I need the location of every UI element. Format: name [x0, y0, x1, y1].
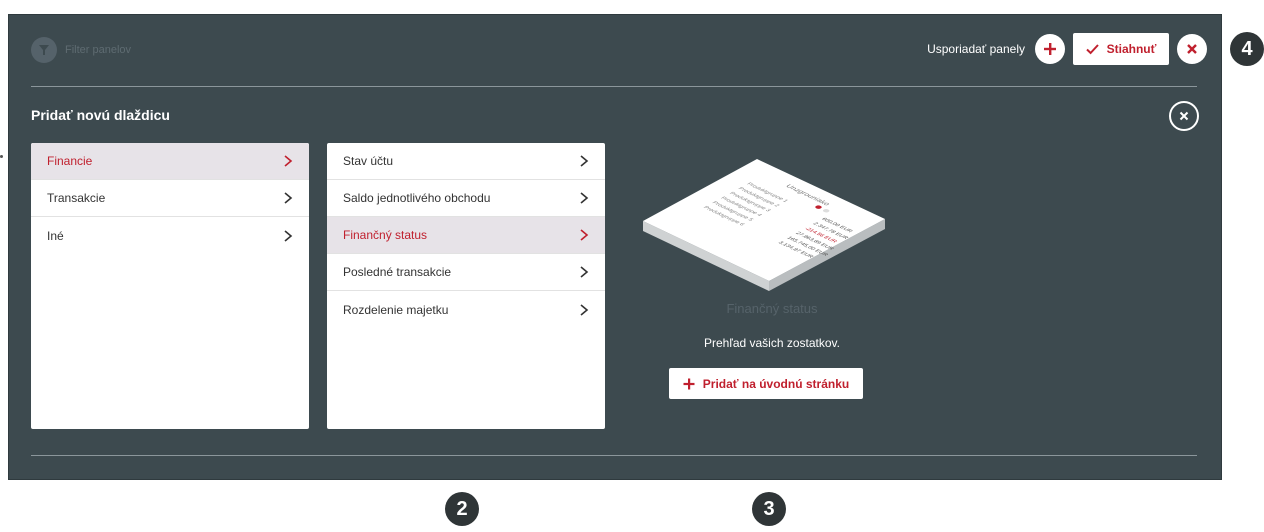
category-item-transakcie[interactable]: Transakcie	[31, 180, 309, 217]
tile-label: Posledné transakcie	[343, 265, 452, 279]
tile-item-posledne-transakcie[interactable]: Posledné transakcie	[327, 254, 605, 291]
filter-label: Filter panelov	[65, 44, 132, 56]
tile-label: Saldo jednotlivého obchodu	[343, 191, 491, 205]
category-list: Financie Transakcie Iné	[31, 143, 309, 429]
edge-marker	[0, 155, 3, 158]
add-to-homepage-label: Pridať na úvodnú stránku	[702, 376, 850, 391]
category-label: Iné	[47, 228, 64, 243]
category-label: Transakcie	[47, 191, 106, 205]
top-actions: Usporiadať panely Stiahnuť	[927, 33, 1207, 65]
dashboard-editor-panel: Filter panelov Usporiadať panely Stiahnu…	[8, 14, 1222, 480]
plus-icon	[683, 378, 695, 389]
tile-item-financny-status[interactable]: Finančný status	[327, 217, 605, 254]
add-to-homepage-button[interactable]: Pridať na úvodnú stránku	[669, 368, 863, 399]
filter-panels[interactable]: Filter panelov	[31, 37, 131, 63]
category-label: Financie	[47, 154, 93, 168]
footer-divider	[31, 455, 1197, 456]
close-add-tile-button[interactable]	[1169, 101, 1199, 131]
chevron-right-icon	[284, 229, 293, 242]
tile-item-stav-uctu[interactable]: Stav účtu	[327, 143, 605, 180]
download-button[interactable]: Stiahnuť	[1073, 33, 1169, 65]
chevron-right-icon	[580, 229, 589, 241]
chevron-right-icon	[580, 266, 589, 278]
add-panel-button[interactable]	[1035, 34, 1065, 64]
tile-label: Stav účtu	[343, 154, 394, 168]
tile-preview-image: Unzgrouniako Produktgruppe 1 600,00 EUR …	[643, 159, 885, 291]
preview-title: Finančný status	[726, 301, 818, 316]
check-icon	[1085, 44, 1099, 55]
close-editor-button[interactable]	[1177, 34, 1207, 64]
chevron-right-icon	[580, 155, 589, 167]
plus-icon	[1044, 43, 1056, 55]
section-title: Pridať novú dlaždicu	[31, 107, 170, 123]
step-badge-2: 2	[445, 492, 479, 526]
step-badge-4: 4	[1230, 32, 1264, 66]
category-item-ine[interactable]: Iné	[31, 217, 309, 254]
chevron-right-icon	[284, 155, 293, 167]
close-icon	[1187, 44, 1197, 54]
close-icon	[1179, 111, 1189, 121]
preview-description: Prehľad vašich zostatkov.	[703, 336, 840, 350]
tile-item-rozdelenie-majetku[interactable]: Rozdelenie majetku	[327, 291, 605, 328]
arrange-panels-label: Usporiadať panely	[927, 42, 1025, 56]
chevron-right-icon	[284, 192, 293, 204]
chevron-right-icon	[580, 303, 589, 316]
chevron-right-icon	[580, 192, 589, 204]
download-button-label: Stiahnuť	[1106, 42, 1157, 56]
tile-label: Finančný status	[343, 228, 428, 242]
tile-label: Rozdelenie majetku	[343, 302, 449, 317]
category-item-financie[interactable]: Financie	[31, 143, 309, 180]
tile-list: Stav účtu Saldo jednotlivého obchodu Fin…	[327, 143, 605, 429]
step-badge-3: 3	[752, 492, 786, 526]
header-divider	[31, 86, 1197, 87]
tile-item-saldo[interactable]: Saldo jednotlivého obchodu	[327, 180, 605, 217]
filter-icon[interactable]	[31, 37, 57, 63]
